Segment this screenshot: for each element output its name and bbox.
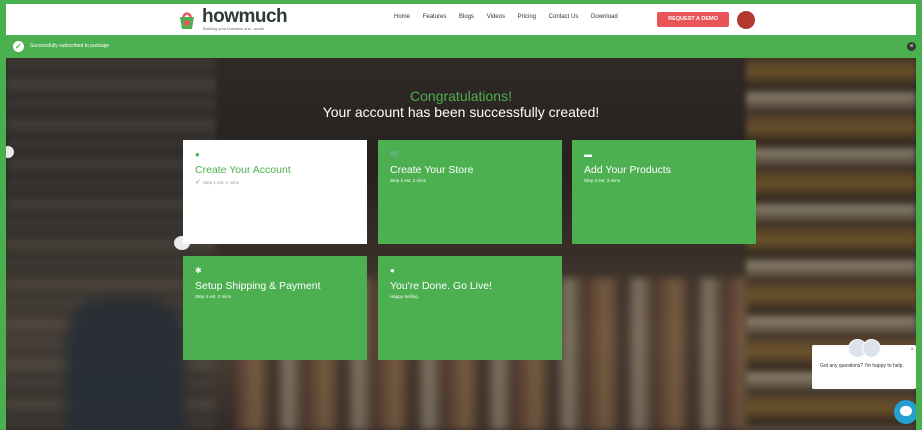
nav-pricing[interactable]: Pricing [518, 14, 536, 20]
congrats-heading: Congratulations! [410, 88, 512, 104]
chat-message: Got any questions? I'm happy to help. [820, 363, 904, 369]
step-card-create-store[interactable]: 🛒 Create Your Store Step 2 est. 2 mins [378, 140, 562, 244]
nav-features[interactable]: Features [423, 14, 447, 20]
step-subtitle-text: Step 1 est. 1 mins [202, 180, 239, 185]
gear-icon: ✱ [195, 266, 202, 275]
step-card-go-live[interactable]: ● You're Done. Go Live! Happy Selling [378, 256, 562, 360]
nav-home[interactable]: Home [394, 14, 410, 20]
step-title: You're Done. Go Live! [390, 280, 493, 292]
step-subtitle: Step 3 est. 3 mins [584, 178, 621, 183]
step-subtitle: Happy Selling [390, 294, 418, 299]
box-icon: ▬ [584, 150, 592, 159]
request-demo-button[interactable]: REQUEST A DEMO [657, 12, 729, 27]
success-notice: ✓ Successfully subscribed to package × [6, 35, 916, 58]
step-card-shipping-payment[interactable]: ✱ Setup Shipping & Payment Step 4 est. 2… [183, 256, 367, 360]
step-subtitle: Step 2 est. 2 mins [390, 178, 427, 183]
cart-icon: 🛒 [390, 150, 400, 159]
step-card-add-products[interactable]: ▬ Add Your Products Step 3 est. 3 mins [572, 140, 756, 244]
brand-tagline: Building your business one...small [203, 26, 264, 31]
nav-links: Home Features Blogs Videos Pricing Conta… [394, 14, 629, 20]
brand-name: howmuch [202, 6, 288, 27]
notice-text: Successfully subscribed to package [30, 43, 110, 49]
close-icon[interactable]: × [907, 42, 916, 51]
logo-icon [180, 12, 194, 29]
nav-videos[interactable]: Videos [487, 14, 505, 20]
user-icon: ● [195, 150, 200, 159]
check-circle-icon: ✓ [13, 41, 24, 52]
nav-download[interactable]: Download [591, 14, 618, 20]
close-icon[interactable]: × [910, 347, 914, 353]
agent-avatars [848, 339, 882, 358]
step-title: Create Your Account [195, 164, 291, 176]
step-subtitle: Step 4 est. 2 mins [195, 294, 232, 299]
agent-avatar [862, 339, 881, 358]
top-navigation: howmuch Building your business one...sma… [6, 4, 916, 35]
chat-launcher-button[interactable] [894, 400, 916, 424]
nav-blogs[interactable]: Blogs [459, 14, 474, 20]
app-frame: howmuch Building your business one...sma… [6, 4, 916, 430]
check-circle-icon: ● [390, 266, 395, 275]
account-created-message: Your account has been successfully creat… [322, 104, 600, 120]
chat-icon [900, 406, 912, 416]
user-avatar[interactable] [737, 11, 755, 29]
step-subtitle: ✓ Step 1 est. 1 mins [195, 178, 239, 186]
step-title: Add Your Products [584, 164, 671, 176]
step-title: Setup Shipping & Payment [195, 280, 321, 292]
chat-prompt[interactable]: × Got any questions? I'm happy to help. [812, 339, 916, 389]
check-icon: ✓ [195, 179, 201, 186]
step-card-create-account[interactable]: ● Create Your Account ✓ Step 1 est. 1 min… [183, 140, 367, 244]
step-title: Create Your Store [390, 164, 474, 176]
nav-contact-us[interactable]: Contact Us [549, 14, 579, 20]
hero-section: Congratulations! Your account has been s… [6, 58, 916, 430]
